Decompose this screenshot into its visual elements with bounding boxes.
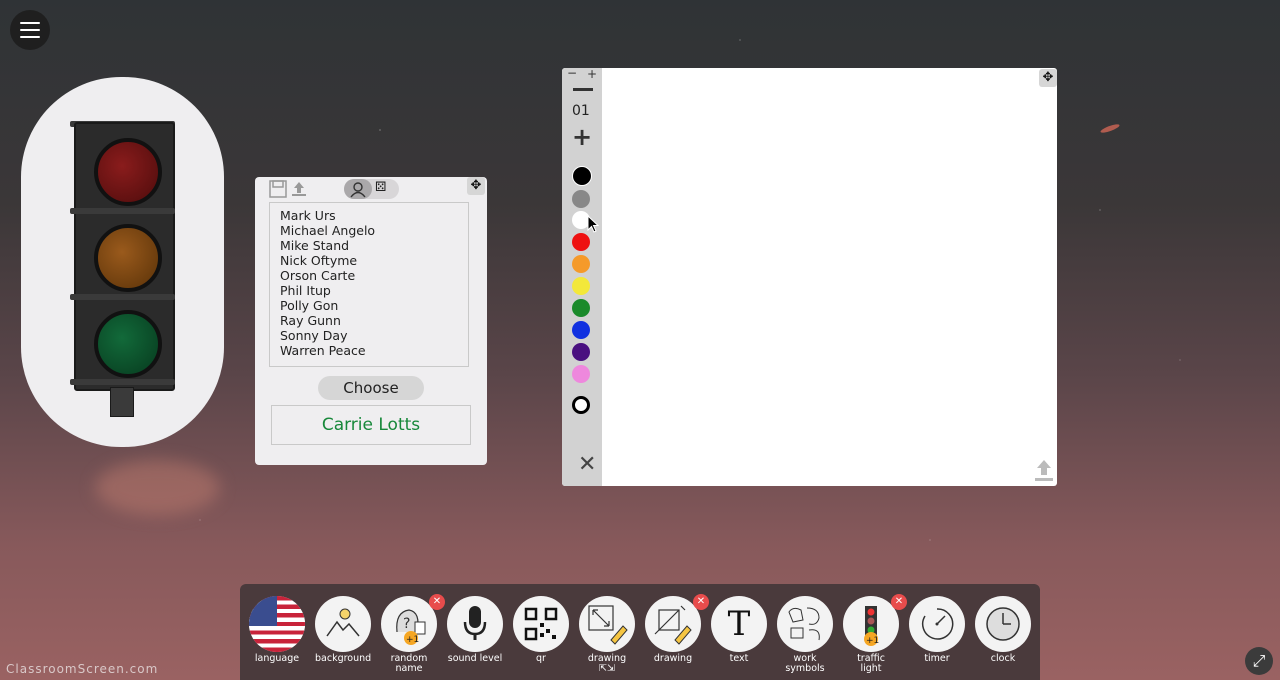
- tool-timer[interactable]: timer: [909, 596, 965, 664]
- tool-label: sound level: [447, 653, 503, 664]
- list-item: Michael Angelo: [280, 223, 376, 238]
- list-item: Phil Itup: [280, 283, 331, 298]
- color-swatch-yellow[interactable]: [572, 277, 590, 295]
- color-swatch-orange[interactable]: [572, 255, 590, 273]
- move-icon[interactable]: ✥: [467, 177, 485, 195]
- close-icon[interactable]: ✕: [429, 594, 445, 610]
- tool-label: text: [729, 653, 749, 664]
- text-icon: T: [711, 596, 767, 652]
- tool-label: drawing: [653, 653, 693, 664]
- tool-label: qr: [536, 653, 546, 664]
- tool-sound-level[interactable]: sound level: [447, 596, 503, 664]
- traffic-light-bar: [70, 208, 175, 214]
- menu-icon-line: [20, 36, 40, 38]
- list-item: Mark Urs: [280, 208, 336, 223]
- tool-label: drawing ⇱⇲: [587, 653, 627, 674]
- single-name-option[interactable]: [344, 179, 372, 199]
- red-light[interactable]: [94, 138, 162, 206]
- menu-icon-line: [20, 22, 40, 24]
- color-swatch-pink[interactable]: [572, 365, 590, 383]
- color-swatch-gray[interactable]: [572, 190, 590, 208]
- traffic-light-housing: [74, 122, 175, 391]
- tool-random-name[interactable]: ? +1 ✕ random name: [381, 594, 445, 674]
- color-swatch-purple[interactable]: [572, 343, 590, 361]
- menu-button[interactable]: [10, 10, 50, 50]
- upload-icon[interactable]: [1033, 458, 1055, 484]
- list-item: Polly Gon: [280, 298, 339, 313]
- chosen-name: Carrie Lotts: [271, 405, 471, 445]
- landscape-icon: [315, 596, 371, 652]
- work-symbols-icon: [777, 596, 833, 652]
- upload-icon[interactable]: [290, 180, 308, 202]
- green-light[interactable]: [94, 310, 162, 378]
- svg-text:+1: +1: [866, 636, 879, 646]
- tool-language[interactable]: language: [249, 596, 305, 664]
- line-width-increase-button[interactable]: +: [572, 125, 592, 149]
- name-mode-toggle[interactable]: ⚄: [344, 179, 399, 199]
- list-item: Nick Oftyme: [280, 253, 358, 268]
- svg-text:+1: +1: [406, 635, 419, 645]
- drawing-expand-icon: [579, 596, 635, 652]
- color-swatch-blue[interactable]: [572, 321, 590, 339]
- background-meteor: [1099, 122, 1121, 135]
- mouse-cursor: [587, 214, 600, 237]
- clock-icon: [975, 596, 1031, 652]
- tool-background[interactable]: background: [315, 596, 371, 664]
- traffic-light-widget[interactable]: [21, 77, 224, 447]
- drawing-icon: ✕: [645, 594, 709, 652]
- microphone-icon: [447, 596, 503, 652]
- dice-icon[interactable]: ⚄: [375, 180, 386, 195]
- close-icon[interactable]: ✕: [693, 594, 709, 610]
- eraser-icon[interactable]: [572, 396, 590, 414]
- tool-clock[interactable]: clock: [975, 596, 1031, 664]
- move-icon[interactable]: ✥: [1039, 69, 1057, 87]
- traffic-light-bar: [70, 379, 175, 385]
- menu-icon-line: [20, 29, 40, 31]
- shrink-widget-button[interactable]: −: [567, 66, 577, 80]
- tool-label: clock: [990, 653, 1016, 664]
- traffic-light-pole: [110, 387, 134, 417]
- us-flag-icon: [249, 596, 305, 652]
- brand-watermark: ClassroomScreen.com: [6, 662, 159, 676]
- grow-widget-button[interactable]: +: [587, 67, 597, 81]
- tool-label: language: [254, 653, 300, 664]
- random-name-icon: ? +1 ✕: [381, 594, 445, 652]
- save-icon[interactable]: [269, 180, 287, 202]
- svg-text:?: ?: [403, 616, 410, 632]
- drawing-canvas[interactable]: [562, 68, 1057, 486]
- color-swatch-black[interactable]: [572, 166, 592, 186]
- list-item: Ray Gunn: [280, 313, 341, 328]
- list-item: Warren Peace: [280, 343, 366, 358]
- tool-drawing-fullscreen[interactable]: drawing ⇱⇲: [579, 596, 635, 674]
- tool-text[interactable]: T text: [711, 596, 767, 664]
- amber-light[interactable]: [94, 224, 162, 292]
- list-item: Sonny Day: [280, 328, 348, 343]
- list-item: Mike Stand: [280, 238, 350, 253]
- tool-work-symbols[interactable]: work symbols: [777, 596, 833, 674]
- timer-icon: [909, 596, 965, 652]
- name-list[interactable]: Mark Urs Michael Angelo Mike Stand Nick …: [269, 202, 469, 367]
- traffic-light-bar: [70, 294, 175, 300]
- tool-drawing[interactable]: ✕ drawing: [645, 594, 709, 664]
- list-item: Orson Carte: [280, 268, 356, 283]
- tool-traffic-light[interactable]: +1 ✕ traffic light: [843, 594, 907, 674]
- line-width-value: 01: [572, 103, 590, 119]
- background-glow: [95, 460, 220, 515]
- fullscreen-icon[interactable]: ⤢: [1245, 647, 1273, 675]
- tool-label: work symbols: [785, 653, 825, 674]
- clear-drawing-icon[interactable]: ✕: [578, 452, 596, 477]
- line-width-decrease-button[interactable]: [573, 88, 593, 91]
- tool-qr[interactable]: qr: [513, 596, 569, 664]
- close-icon[interactable]: ✕: [891, 594, 907, 610]
- tool-label: traffic light: [857, 653, 885, 674]
- color-swatch-green[interactable]: [572, 299, 590, 317]
- choose-button[interactable]: Choose: [318, 376, 424, 400]
- tool-label: background: [315, 653, 372, 664]
- tool-label: random name: [390, 653, 428, 674]
- tool-label: timer: [924, 653, 950, 664]
- qr-code-icon: [513, 596, 569, 652]
- traffic-light-icon: +1 ✕: [843, 594, 907, 652]
